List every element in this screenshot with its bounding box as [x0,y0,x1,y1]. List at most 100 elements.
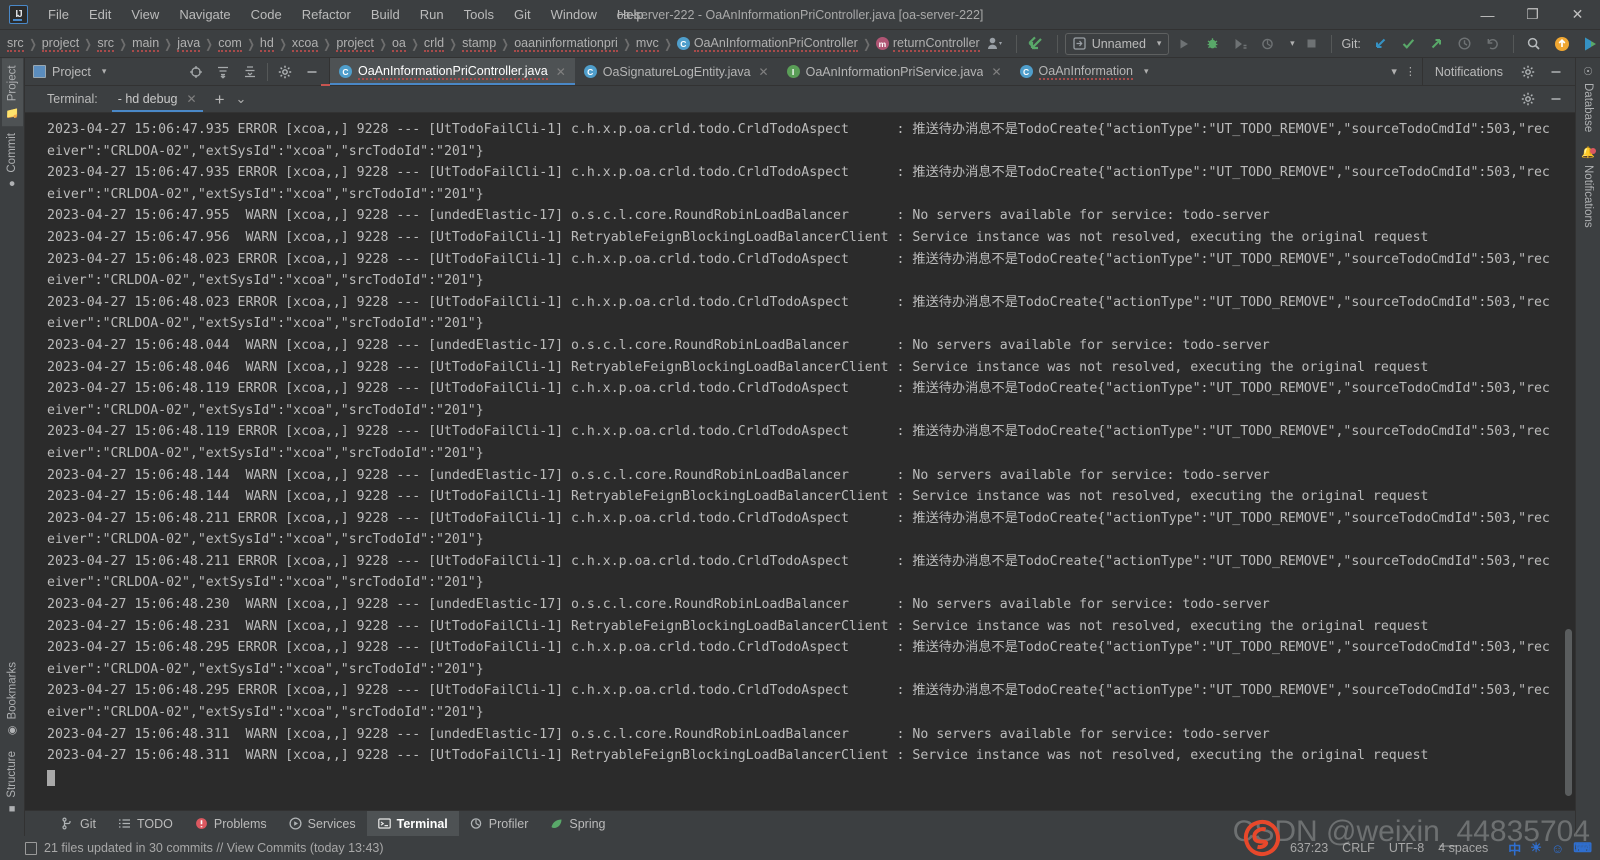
menu-build[interactable]: Build [361,3,410,26]
editor-tab-0[interactable]: C OaAnInformationPriController.java ✕ [330,58,575,85]
editor-tab-1[interactable]: C OaSignatureLogEntity.java ✕ [575,58,778,85]
close-icon[interactable]: ✕ [759,65,769,79]
ime-chinese-icon[interactable]: 中 [1508,839,1521,858]
profiler-button[interactable] [1255,32,1281,56]
terminal-scrollbar-thumb[interactable] [1565,628,1572,797]
sidebar-item-database[interactable]: ☉ Database [1578,58,1599,139]
breadcrumb-item-java[interactable]: java [174,34,203,54]
menu-view[interactable]: View [121,3,169,26]
caret-position[interactable]: 637:23 [1290,841,1328,855]
menu-edit[interactable]: Edit [79,3,121,26]
breadcrumb-item-oa[interactable]: oa [389,34,409,54]
editor-tab-3[interactable]: C OaAnInformation ▾ [1011,58,1158,85]
menu-git[interactable]: Git [504,3,541,26]
debug-button[interactable] [1199,32,1225,56]
minimize-button[interactable]: — [1465,0,1510,30]
breadcrumb-item-xcoa[interactable]: xcoa [289,34,321,54]
terminal-scrollbar[interactable] [1564,113,1573,810]
chevron-down-icon[interactable]: ▾ [1391,65,1397,78]
stop-button[interactable] [1298,32,1324,56]
chevron-down-icon[interactable]: ▾ [1144,66,1149,77]
project-panel-title[interactable]: Project ▾ [33,65,106,79]
close-button[interactable]: ✕ [1555,0,1600,30]
line-separator[interactable]: CRLF [1342,841,1375,855]
ime-keyboard-icon[interactable]: ⌨ [1573,840,1592,856]
bottom-tab-services[interactable]: Services [278,811,367,836]
close-icon[interactable]: ✕ [991,65,1001,79]
ime-emoji-icon[interactable]: ☺ [1551,841,1564,856]
menu-window[interactable]: Window [541,3,607,26]
breadcrumb-item-src[interactable]: src [4,34,27,54]
breadcrumb-item-crld[interactable]: crld [421,34,447,54]
ime-punctuation-icon[interactable]: ☀ [1530,840,1542,856]
sidebar-item-project[interactable]: 📁 Project [1,58,23,127]
status-message[interactable]: 21 files updated in 30 commits // View C… [44,841,384,855]
breadcrumb-item-com[interactable]: com [215,34,245,54]
maximize-button[interactable]: ❐ [1510,0,1555,30]
collapse-all-icon[interactable] [237,60,263,84]
chevron-down-icon[interactable]: ⌄ [236,91,247,107]
indent-setting[interactable]: 4 spaces [1438,841,1488,855]
breadcrumb-item-project[interactable]: project [333,34,377,54]
commit-icon[interactable] [1396,32,1422,56]
search-icon[interactable] [1521,32,1547,56]
hide-icon[interactable] [1543,60,1569,84]
hide-icon[interactable] [299,60,325,84]
menu-code[interactable]: Code [241,3,292,26]
bottom-tab-spring[interactable]: Spring [539,811,616,836]
sidebar-item-structure[interactable]: ■ Structure [2,744,22,822]
bottom-tab-terminal[interactable]: Terminal [366,811,459,836]
menu-help[interactable]: Help [607,3,654,26]
run-configuration-selector[interactable]: Unnamed ▾ [1064,32,1170,55]
history-icon[interactable] [1452,32,1478,56]
bottom-tab-problems[interactable]: Problems [184,811,278,836]
settings-gear-icon[interactable] [272,60,298,84]
breadcrumb-item-hd[interactable]: hd [257,34,277,54]
breadcrumb-item-src[interactable]: src [94,34,117,54]
menu-tools[interactable]: Tools [454,3,504,26]
expand-all-icon[interactable] [210,60,236,84]
back-arrow-icon[interactable] [1024,32,1050,56]
menu-run[interactable]: Run [410,3,454,26]
update-project-icon[interactable] [1368,32,1394,56]
bottom-tab-todo[interactable]: TODO [107,811,184,836]
breadcrumb-item-stamp[interactable]: stamp [459,34,499,54]
sidebar-item-commit[interactable]: ● Commit [2,126,22,197]
run-with-coverage-button[interactable] [1227,32,1253,56]
breadcrumb-item-project[interactable]: project [39,34,83,54]
close-icon[interactable]: ✕ [187,92,197,106]
status-message-group[interactable]: 21 files updated in 30 commits // View C… [25,841,384,855]
menu-file[interactable]: File [38,3,79,26]
file-encoding[interactable]: UTF-8 [1389,841,1424,855]
rollback-icon[interactable] [1480,32,1506,56]
bottom-tab-profiler[interactable]: Profiler [459,811,540,836]
breadcrumb-item-oaaninformationpricontroller[interactable]: C OaAnInformationPriController [674,34,861,54]
select-opened-file-icon[interactable] [183,60,209,84]
settings-gear-icon[interactable] [1515,60,1541,84]
settings-gear-icon[interactable] [1515,87,1541,111]
editor-tab-2[interactable]: I OaAnInformationPriService.java ✕ [778,58,1011,85]
bottom-tab-git[interactable]: Git [50,811,107,836]
hide-icon[interactable] [1543,87,1569,111]
ide-action-icon[interactable] [1577,32,1600,56]
run-button[interactable] [1171,32,1197,56]
more-options-icon[interactable]: ⋮ [1405,65,1416,78]
notifications-tab[interactable]: Notifications [1421,58,1515,85]
terminal-session-tab[interactable]: - hd debug ✕ [111,88,203,112]
sidebar-item-notifications[interactable]: 🔔 Notifications [1578,139,1599,234]
close-icon[interactable]: ✕ [556,65,566,79]
terminal-output[interactable]: 2023-04-27 15:06:47.935 ERROR [xcoa,,] 9… [25,113,1575,810]
sidebar-item-bookmarks[interactable]: ◉ Bookmarks [2,655,23,745]
breadcrumb-item-returncontroller[interactable]: m returnController [873,34,983,54]
menu-refactor[interactable]: Refactor [292,3,361,26]
breadcrumb-item-main[interactable]: main [129,34,162,54]
update-available-icon[interactable] [1549,32,1575,56]
breadcrumb-item-oaaninformationpri[interactable]: oaaninformationpri [511,34,621,54]
profiler-dropdown-icon[interactable]: ▾ [1283,32,1296,56]
menu-navigate[interactable]: Navigate [169,3,240,26]
user-profile-icon[interactable] [983,32,1009,56]
editor-tabs-overflow[interactable]: ▾ ⋮ [1385,58,1422,85]
push-icon[interactable] [1424,32,1450,56]
breadcrumb-item-mvc[interactable]: mvc [633,34,662,54]
add-terminal-session-icon[interactable]: + [215,91,225,108]
